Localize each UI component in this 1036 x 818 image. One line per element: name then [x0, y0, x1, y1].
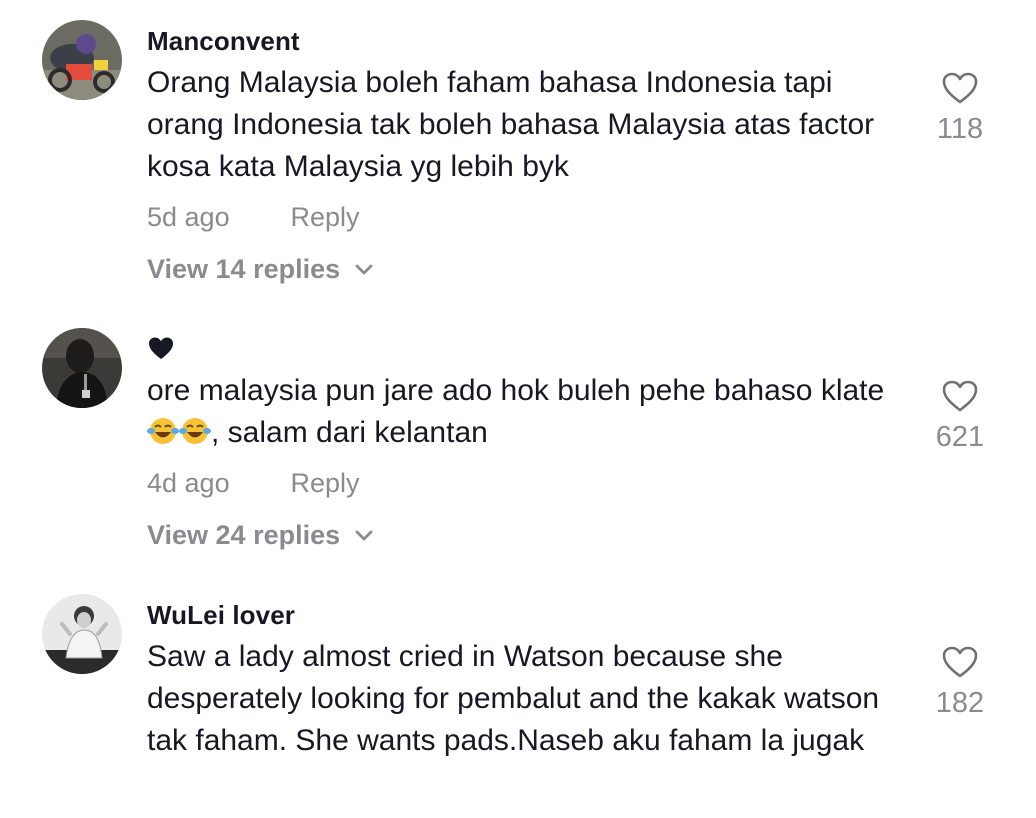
heart-outline-icon[interactable]	[941, 71, 979, 105]
view-replies-button[interactable]: View 14 replies	[147, 254, 374, 285]
timestamp: 4d ago	[147, 468, 230, 498]
face-with-tears-of-joy-icon	[147, 418, 179, 444]
chevron-down-icon	[355, 530, 373, 540]
comment-text: Saw a lady almost cried in Watson becaus…	[147, 640, 880, 757]
username[interactable]: WuLei lover	[147, 600, 295, 631]
reply-button[interactable]: Reply	[291, 468, 360, 499]
heart-outline-icon[interactable]	[941, 645, 979, 679]
avatar[interactable]	[42, 20, 122, 100]
username[interactable]: Manconvent	[147, 26, 300, 57]
reply-button[interactable]: Reply	[291, 202, 360, 233]
like-group: 118	[920, 71, 1000, 146]
avatar[interactable]	[42, 328, 122, 408]
like-count: 621	[935, 421, 985, 453]
view-replies-label: View 14 replies	[147, 254, 341, 284]
comment-text-main: ore malaysia pun jare ado hok buleh pehe…	[147, 374, 885, 407]
like-count: 118	[936, 113, 984, 145]
chevron-down-icon	[355, 264, 373, 274]
heart-outline-icon[interactable]	[941, 379, 979, 413]
avatar-image	[42, 594, 122, 674]
face-with-tears-of-joy-icon	[179, 418, 211, 444]
like-group: 182	[920, 645, 1000, 720]
like-group: 621	[920, 379, 1000, 454]
comment-text: ore malaysia pun jare ado hok buleh pehe…	[147, 370, 907, 454]
avatar-image	[42, 20, 122, 100]
comment-text-tail: , salam dari kelantan	[211, 416, 488, 449]
black-heart-icon[interactable]	[147, 335, 175, 361]
timestamp: 5d ago	[147, 202, 230, 232]
avatar-image	[42, 328, 122, 408]
view-replies-button[interactable]: View 24 replies	[147, 520, 374, 551]
like-count: 182	[935, 687, 985, 719]
view-replies-label: View 24 replies	[147, 520, 341, 550]
comment-text: Orang Malaysia boleh faham bahasa Indone…	[147, 66, 875, 183]
comment-meta: 5d ago Reply	[147, 202, 360, 233]
avatar[interactable]	[42, 594, 122, 674]
comment-meta: 4d ago Reply	[147, 468, 360, 499]
